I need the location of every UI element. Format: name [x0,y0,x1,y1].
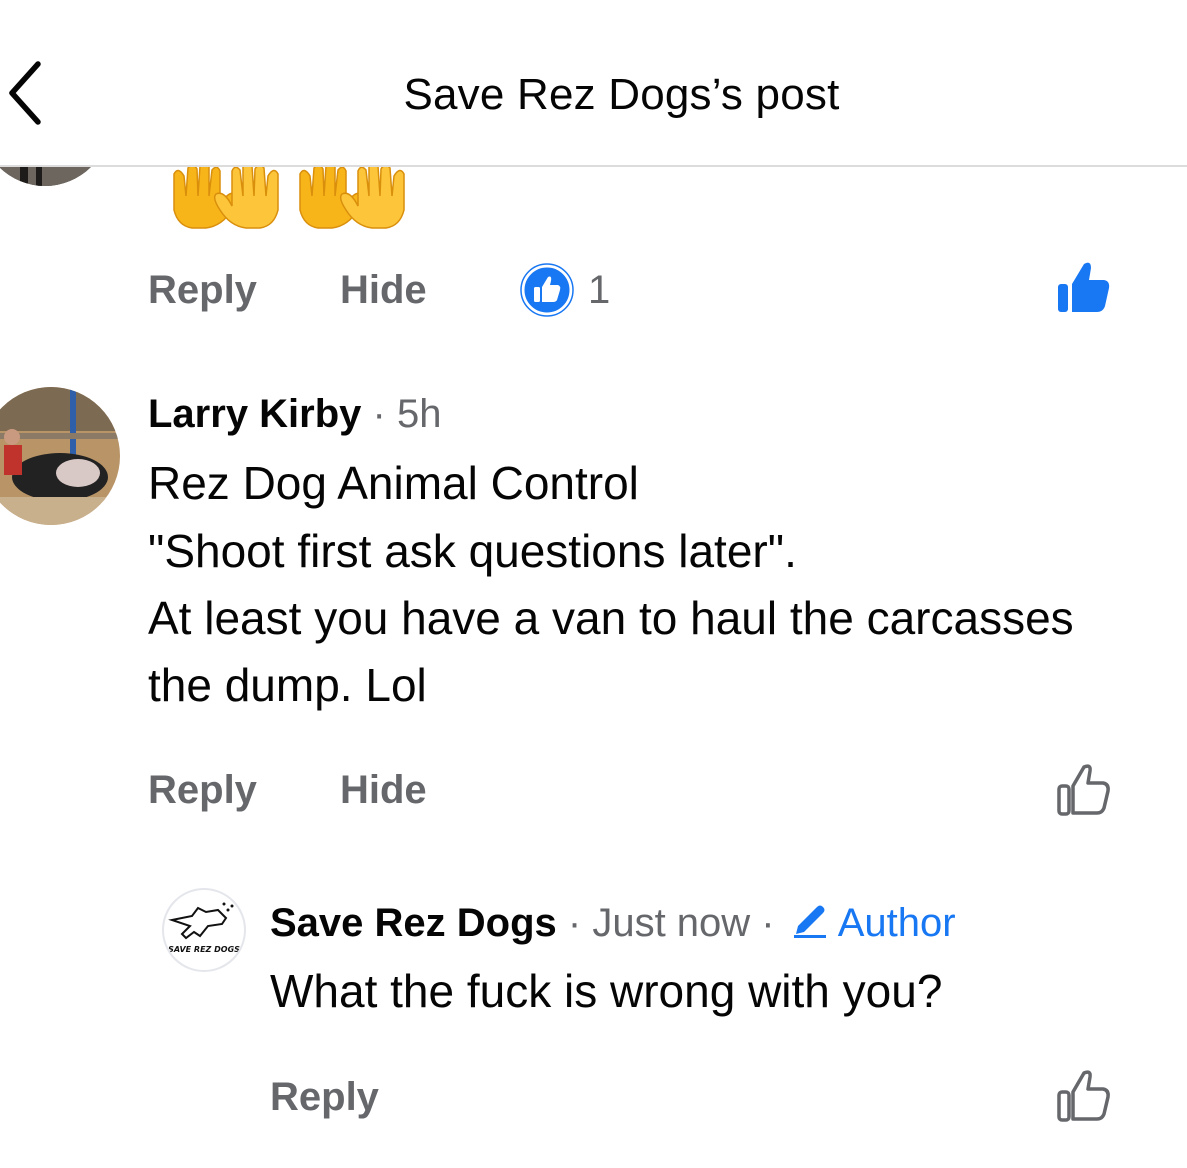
comment-header: Larry Kirby · 5h [148,392,441,437]
author-name[interactable]: Larry Kirby [148,392,361,436]
hide-button[interactable]: Hide [340,768,427,813]
raised-hands-emoji-icon [173,162,405,229]
like-reaction-icon[interactable] [520,263,574,317]
save-rez-dogs-logo: SAVE REZ DOGS [168,902,240,954]
thumbs-up-filled-icon[interactable] [1056,260,1112,321]
avatar-image [0,387,120,525]
pencil-icon [790,900,830,950]
header-bar: Save Rez Dogs’s post [0,0,1187,167]
reply-button[interactable]: Reply [270,1075,379,1120]
thumbs-up-outline-icon[interactable] [1056,762,1112,823]
hide-button[interactable]: Hide [340,268,427,313]
reply-button[interactable]: Reply [148,268,257,313]
reply-header: Save Rez Dogs · Just now · Author [270,900,956,950]
comment-text-line: Rez Dog Animal Control [148,457,639,509]
separator: · [556,901,593,945]
page-title: Save Rez Dogs’s post [403,70,840,119]
reply-text: What the fuck is wrong with you? [270,965,943,1017]
emoji-reaction [162,160,414,230]
thumbs-up-outline-icon[interactable] [1056,1068,1112,1129]
author-badge: Author [837,901,956,945]
comment-text-line: At least you have a van to haul the carc… [148,592,1074,644]
reply-button[interactable]: Reply [148,768,257,813]
author-name[interactable]: Save Rez Dogs [270,901,557,945]
separator: · [750,901,786,945]
comment-text-line: the dump. Lol [148,659,427,711]
avatar[interactable] [0,387,120,525]
timestamp[interactable]: 5h [397,392,442,436]
timestamp[interactable]: Just now [592,901,750,945]
avatar[interactable]: SAVE REZ DOGS [162,888,246,972]
logo-text: SAVE REZ DOGS [168,945,240,954]
reaction-count: 1 [588,268,611,312]
comment-text-line: "Shoot first ask questions later". [148,525,797,577]
separator: · [361,392,397,436]
